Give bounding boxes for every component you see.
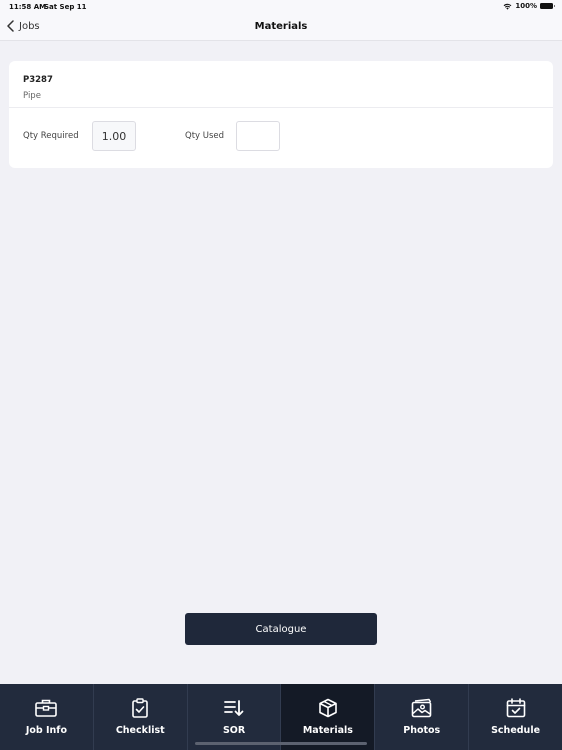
tab-label: Checklist [115,725,165,736]
material-card: P3287 Pipe Qty Required 1.00 Qty Used [9,61,553,168]
status-bar: 11:58 AM Sat Sep 11 100% [0,0,562,14]
clipboard-check-icon [132,698,149,718]
photos-icon [411,698,432,718]
qty-required-label: Qty Required [23,131,79,141]
tab-sor[interactable]: SOR [188,684,282,750]
tab-job-info[interactable]: Job Info [0,684,94,750]
tab-label: Job Info [25,725,67,736]
material-code: P3287 [23,75,53,85]
battery-icon [540,3,555,9]
status-right: 100% [503,2,555,10]
page-title: Materials [254,21,308,32]
wifi-icon [503,3,512,10]
box-icon [319,698,337,718]
calendar-check-icon [506,698,525,718]
tab-label: SOR [222,725,246,736]
briefcase-icon [35,699,58,717]
home-indicator [195,742,367,745]
tab-bar: Job Info Checklist SOR Materials Photos … [0,684,562,750]
catalogue-button[interactable]: Catalogue [185,613,377,645]
nav-bar: Jobs Materials [0,14,562,41]
tab-photos[interactable]: Photos [375,684,470,750]
battery-percent: 100% [515,2,537,10]
tab-materials[interactable]: Materials [281,684,376,750]
tab-checklist[interactable]: Checklist [94,684,188,750]
sort-down-icon [224,700,244,716]
tab-label: Materials [302,725,353,736]
status-time: 11:58 AM [9,3,47,11]
tab-schedule[interactable]: Schedule [469,684,562,750]
tab-label: Schedule [491,725,541,736]
qty-used-label: Qty Used [185,131,225,141]
material-description: Pipe [23,91,41,101]
qty-required-field: 1.00 [92,121,136,151]
tab-label: Photos [403,725,441,736]
status-date: Sat Sep 11 [44,3,87,11]
qty-used-input[interactable] [236,121,280,151]
card-divider [9,107,553,108]
